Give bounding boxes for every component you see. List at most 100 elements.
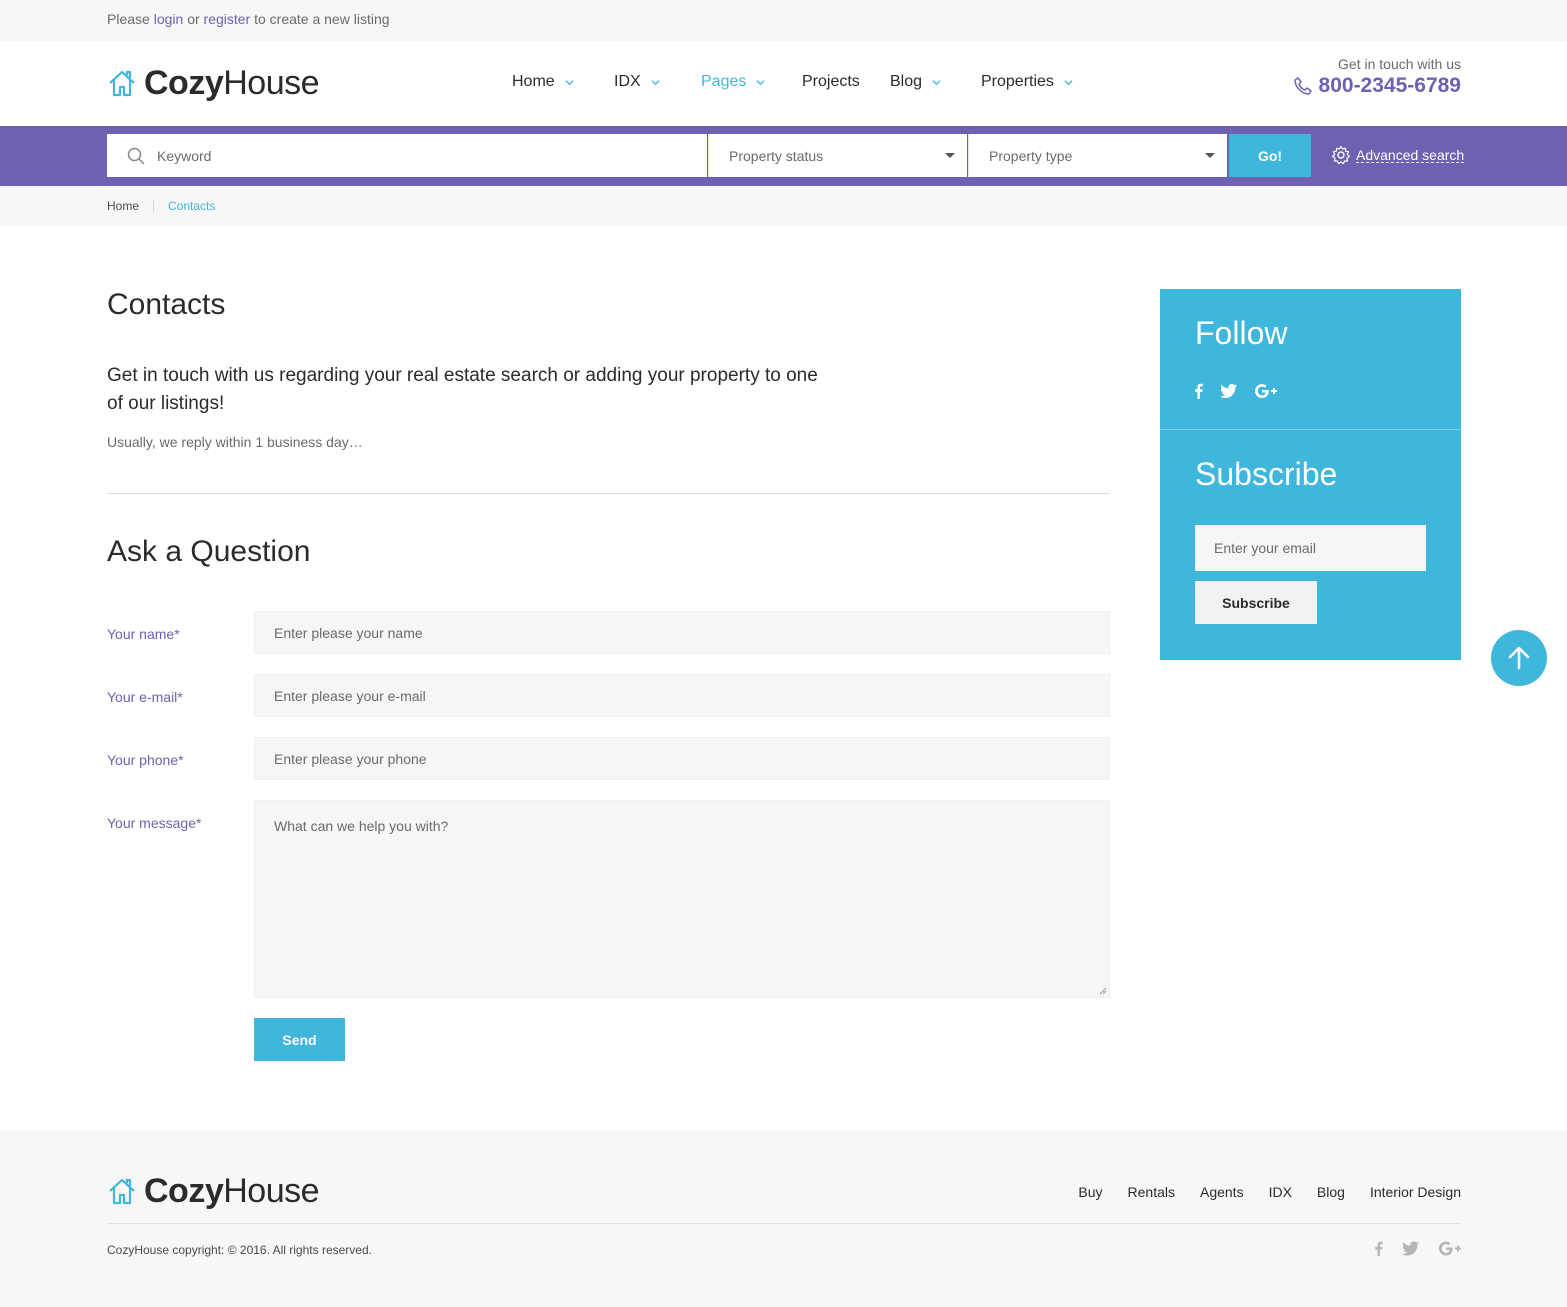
- name-label: Your name*: [107, 626, 180, 642]
- caret-down-icon: [945, 153, 955, 158]
- phone-placeholder: Enter please your phone: [274, 750, 427, 767]
- back-to-top-button[interactable]: [1491, 630, 1547, 686]
- reply-note: Usually, we reply within 1 business day…: [107, 434, 363, 450]
- site-header: Cozy House Home IDX Pages Projects Blog …: [0, 41, 1567, 126]
- topbar-prefix: Please: [107, 11, 150, 27]
- nav-label-projects: Projects: [802, 73, 860, 90]
- sidebar-widget: Follow Subscribe Enter your email Subscr…: [1160, 289, 1461, 660]
- subscribe-title: Subscribe: [1195, 456, 1338, 492]
- topbar-suffix: to create a new listing: [254, 11, 390, 27]
- breadcrumb-separator: [153, 200, 155, 212]
- register-link[interactable]: register: [204, 11, 251, 27]
- chevron-down-icon: [756, 79, 765, 85]
- site-footer: Cozy House Buy Rentals Agents IDX Blog I…: [0, 1131, 1567, 1307]
- follow-socials: [1195, 383, 1295, 399]
- google-plus-icon[interactable]: [1255, 383, 1277, 399]
- gear-icon: [1331, 145, 1351, 165]
- nav-item-blog[interactable]: Blog: [890, 73, 981, 91]
- arrow-up-icon: [1508, 646, 1530, 670]
- form-title: Ask a Question: [107, 535, 311, 568]
- send-button[interactable]: Send: [254, 1018, 345, 1061]
- advanced-search-label: Advanced search: [1356, 146, 1465, 163]
- name-input[interactable]: Enter please your name: [254, 611, 1110, 654]
- advanced-search-link[interactable]: Advanced search: [1331, 145, 1465, 165]
- chevron-down-icon: [565, 79, 574, 85]
- google-plus-icon[interactable]: [1439, 1241, 1461, 1256]
- breadcrumb-bar: Home Contacts: [0, 186, 1567, 226]
- email-label: Your e-mail*: [107, 689, 183, 705]
- breadcrumb-home[interactable]: Home: [107, 199, 139, 213]
- section-divider: [107, 493, 1110, 494]
- breadcrumb-current: Contacts: [168, 199, 216, 213]
- subscribe-email-input[interactable]: Enter your email: [1195, 525, 1426, 571]
- footer-logo-light: House: [223, 1171, 320, 1210]
- email-input[interactable]: Enter please your e-mail: [254, 674, 1110, 717]
- house-icon: [109, 1178, 135, 1205]
- site-logo[interactable]: Cozy House: [107, 63, 320, 103]
- property-status-label: Property status: [729, 147, 824, 164]
- chevron-down-icon: [651, 79, 660, 85]
- message-placeholder: What can we help you with?: [274, 818, 449, 834]
- footer-link-buy[interactable]: Buy: [1078, 1184, 1102, 1200]
- nav-label-home: Home: [512, 73, 555, 90]
- login-link[interactable]: login: [154, 11, 184, 27]
- intro-text: Get in touch with us regarding your real…: [107, 365, 818, 414]
- phone-icon: [1293, 77, 1312, 95]
- sidebar-divider: [1160, 429, 1461, 430]
- contact-phone[interactable]: 800-2345-6789: [1293, 74, 1461, 98]
- follow-title: Follow: [1195, 315, 1288, 351]
- nav-label-pages: Pages: [701, 73, 747, 90]
- search-icon: [127, 147, 145, 165]
- footer-nav: Buy Rentals Agents IDX Blog Interior Des…: [1053, 1184, 1461, 1200]
- subscribe-email-placeholder: Enter your email: [1214, 540, 1316, 556]
- footer-divider: [107, 1223, 1461, 1224]
- message-label: Your message*: [107, 815, 202, 831]
- property-status-select[interactable]: Property status: [708, 134, 967, 177]
- keyword-placeholder: Keyword: [157, 147, 212, 164]
- nav-item-pages[interactable]: Pages: [701, 73, 802, 91]
- nav-item-idx[interactable]: IDX: [614, 73, 701, 91]
- nav-item-projects[interactable]: Projects: [802, 73, 890, 91]
- footer-link-rentals[interactable]: Rentals: [1128, 1184, 1175, 1200]
- go-button[interactable]: Go!: [1229, 134, 1311, 177]
- name-placeholder: Enter please your name: [274, 624, 423, 641]
- footer-logo[interactable]: Cozy House: [107, 1171, 320, 1211]
- chevron-down-icon: [932, 79, 941, 85]
- twitter-icon[interactable]: [1403, 1241, 1419, 1256]
- copyright-text: CozyHouse copyright: © 2016. All rights …: [107, 1243, 372, 1257]
- facebook-icon[interactable]: [1195, 383, 1203, 399]
- footer-link-interior-design[interactable]: Interior Design: [1370, 1184, 1461, 1200]
- search-bar: Keyword Property status Property type Go…: [0, 126, 1567, 186]
- house-icon: [109, 70, 135, 97]
- footer-socials: [1355, 1241, 1461, 1256]
- top-bar: Please login or register to create a new…: [0, 0, 1567, 41]
- footer-link-blog[interactable]: Blog: [1317, 1184, 1345, 1200]
- header-contact: Get in touch with us 800-2345-6789: [1293, 56, 1461, 98]
- main-nav: Home IDX Pages Projects Blog Properties: [512, 73, 1073, 91]
- nav-item-properties[interactable]: Properties: [981, 73, 1073, 91]
- caret-down-icon: [1205, 153, 1215, 158]
- twitter-icon[interactable]: [1221, 383, 1237, 399]
- footer-logo-bold: Cozy: [144, 1171, 224, 1210]
- topbar-or: or: [187, 11, 200, 27]
- facebook-icon[interactable]: [1375, 1241, 1383, 1256]
- email-placeholder: Enter please your e-mail: [274, 687, 426, 704]
- breadcrumb: Home Contacts: [107, 199, 1461, 213]
- property-type-select[interactable]: Property type: [968, 134, 1227, 177]
- chevron-down-icon: [1064, 79, 1073, 85]
- footer-link-agents[interactable]: Agents: [1200, 1184, 1244, 1200]
- phone-input[interactable]: Enter please your phone: [254, 737, 1110, 780]
- message-textarea[interactable]: What can we help you with?: [254, 800, 1110, 998]
- resize-handle-icon[interactable]: [1099, 987, 1107, 995]
- subscribe-button[interactable]: Subscribe: [1195, 581, 1317, 624]
- phone-number: 800-2345-6789: [1318, 74, 1461, 97]
- nav-label-blog: Blog: [890, 73, 923, 90]
- keyword-input[interactable]: Keyword: [107, 134, 707, 177]
- property-type-label: Property type: [989, 147, 1073, 164]
- logo-light: House: [223, 63, 320, 102]
- nav-item-home[interactable]: Home: [512, 73, 614, 91]
- footer-link-idx[interactable]: IDX: [1269, 1184, 1292, 1200]
- page-title: Contacts: [107, 288, 226, 321]
- contact-caption: Get in touch with us: [1338, 56, 1461, 72]
- phone-label: Your phone*: [107, 752, 184, 768]
